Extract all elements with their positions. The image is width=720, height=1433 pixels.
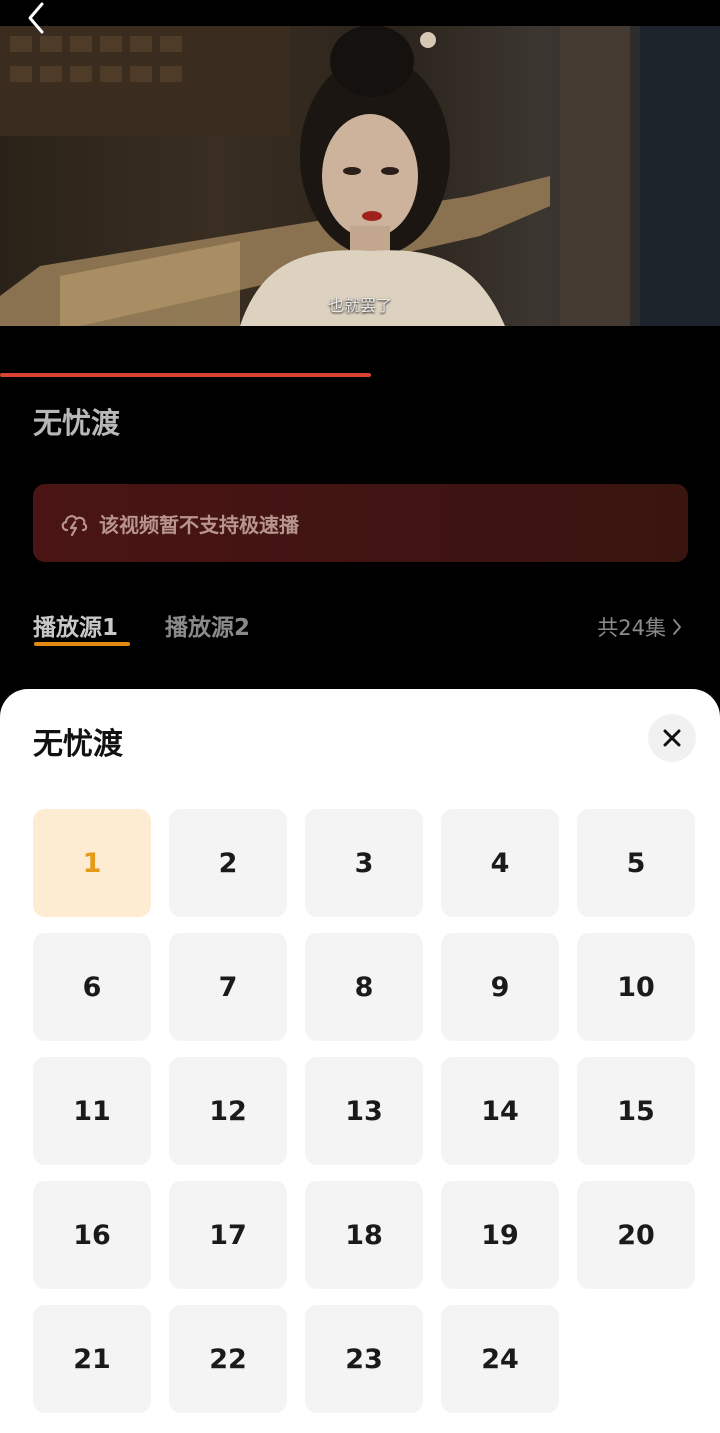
episode-count-link[interactable]: 共24集	[597, 612, 682, 642]
episode-button[interactable]: 5	[577, 809, 695, 917]
speed-play-notice: 该视频暂不支持极速播	[33, 484, 688, 562]
episode-button[interactable]: 2	[169, 809, 287, 917]
episode-button[interactable]: 6	[33, 933, 151, 1041]
episode-button[interactable]: 10	[577, 933, 695, 1041]
episode-count-label: 共24集	[597, 616, 666, 640]
episode-button[interactable]: 13	[305, 1057, 423, 1165]
show-title: 无忧渡	[33, 406, 121, 440]
episode-button[interactable]: 4	[441, 809, 559, 917]
active-tab-indicator	[34, 642, 130, 646]
video-player[interactable]: 也就罢了	[0, 26, 720, 326]
episode-button[interactable]: 19	[441, 1181, 559, 1289]
video-frame	[0, 26, 720, 326]
episode-button[interactable]: 24	[441, 1305, 559, 1413]
loading-progress-bar	[0, 373, 371, 377]
status-strip	[0, 0, 720, 26]
episode-button[interactable]: 1	[33, 809, 151, 917]
chevron-left-icon	[28, 2, 44, 34]
episode-button[interactable]: 17	[169, 1181, 287, 1289]
notice-text: 该视频暂不支持极速播	[99, 512, 299, 537]
video-subtitle: 也就罢了	[327, 296, 392, 315]
episode-button[interactable]: 21	[33, 1305, 151, 1413]
tab-source-1[interactable]: 播放源1	[33, 608, 118, 642]
episode-button[interactable]: 14	[441, 1057, 559, 1165]
episode-button[interactable]: 22	[169, 1305, 287, 1413]
cloud-lightning-icon	[61, 515, 88, 536]
episode-grid: 1 2 3 4 5 6 7 8 9 10 11 12 13 14 15 16 17 18 19 20 21 22 23 24	[33, 809, 695, 1413]
episode-sheet: 无忧渡 1 2 3 4 5 6 7 8 9 10 11 12 13 14 15 16 17 18 19 20 21 22 2…	[0, 689, 720, 1433]
close-button[interactable]	[648, 714, 696, 762]
episode-button[interactable]: 12	[169, 1057, 287, 1165]
sheet-title: 无忧渡	[33, 727, 123, 762]
episode-button[interactable]: 8	[305, 933, 423, 1041]
episode-button[interactable]: 23	[305, 1305, 423, 1413]
episode-button[interactable]: 16	[33, 1181, 151, 1289]
episode-button[interactable]: 20	[577, 1181, 695, 1289]
episode-button[interactable]: 15	[577, 1057, 695, 1165]
tab-source-2[interactable]: 播放源2	[165, 608, 250, 642]
episode-button[interactable]: 11	[33, 1057, 151, 1165]
back-button[interactable]	[22, 0, 52, 36]
episode-button[interactable]: 7	[169, 933, 287, 1041]
close-icon	[663, 729, 681, 747]
episode-button[interactable]: 9	[441, 933, 559, 1041]
episode-button[interactable]: 3	[305, 809, 423, 917]
episode-button[interactable]: 18	[305, 1181, 423, 1289]
chevron-right-icon	[673, 619, 681, 635]
